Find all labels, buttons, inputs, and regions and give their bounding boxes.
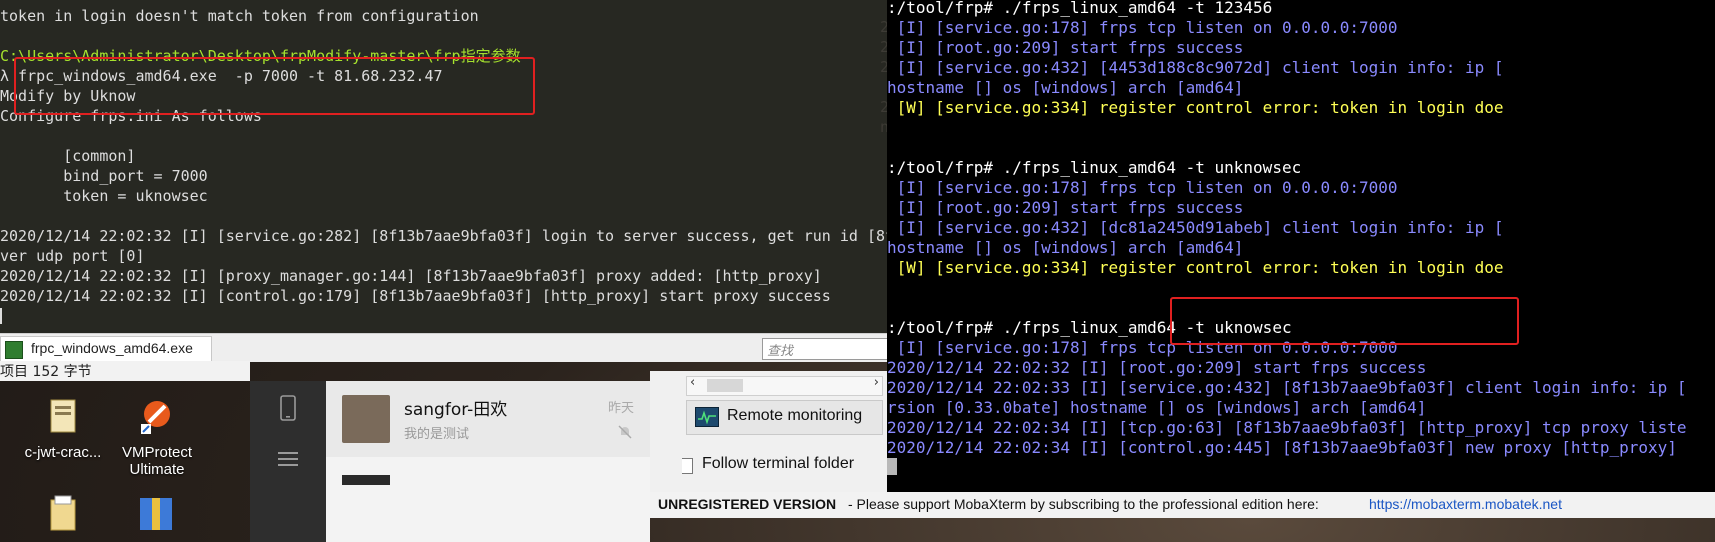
status-text: 项目 152 字节: [0, 364, 92, 380]
terminal-cursor: [0, 308, 2, 324]
terminal-line: 2020/12/14 22:02:33 [I] [service.go:432]…: [887, 378, 1687, 397]
chat-list-item[interactable]: sangfor-田欢 我的是测试 昨天: [326, 381, 650, 457]
terminal-line: hostname [] os [windows] arch [amd64]: [887, 238, 1244, 257]
terminal-line: bind_port = 7000: [0, 167, 208, 185]
chat-sidebar: [250, 381, 326, 542]
message-time: 昨天: [607, 401, 634, 416]
tab-label: frpc_windows_amd64.exe: [31, 340, 193, 356]
vmprotect-icon: [141, 401, 170, 434]
search-placeholder: 查找: [767, 344, 794, 359]
monitor-icon: [695, 407, 719, 427]
message-preview: 我的是测试: [404, 427, 470, 442]
terminal-line: 2020/12/14 22:02:32 [I] [proxy_manager.g…: [0, 267, 822, 285]
remote-monitoring-label: Remote monitoring: [727, 407, 863, 424]
terminal-warning-line: [W] [service.go:334] register control er…: [887, 98, 1504, 117]
terminal-line: [I] [service.go:178] frps tcp listen on …: [887, 178, 1398, 197]
unregistered-banner: UNREGISTERED VERSION - Please support Mo…: [650, 492, 1715, 518]
chat-window: sangfor-田欢 我的是测试 昨天: [250, 381, 650, 542]
follow-folder-checkbox[interactable]: [682, 458, 693, 474]
terminal-line: [I] [root.go:209] start frps success: [887, 38, 1244, 57]
terminal-command: :/tool/frp# ./frps_linux_amd64 -t unknow…: [887, 158, 1302, 177]
phone-icon[interactable]: [278, 395, 298, 421]
horizontal-scrollbar[interactable]: ‹ ›: [686, 375, 883, 396]
terminal-line: [I] [service.go:432] [dc81a2450d91abeb] …: [887, 218, 1504, 237]
terminal-warning-line: [W] [service.go:334] register control er…: [887, 258, 1504, 277]
unregistered-label: UNREGISTERED VERSION: [658, 496, 837, 512]
console-icon: [5, 341, 23, 359]
mute-bell-icon: [618, 425, 632, 439]
archive-icon[interactable]: [136, 494, 176, 534]
follow-terminal-folder-option[interactable]: Follow terminal folder: [682, 455, 887, 477]
desktop-icon-jwt-crack[interactable]: c-jwt-crac...: [18, 396, 108, 461]
terminal-line: 2020/12/14 22:02:32 [I] [control.go:179]…: [0, 287, 831, 305]
remote-monitoring-button[interactable]: Remote monitoring: [686, 400, 883, 435]
desktop-icon-label: c-jwt-crac...: [24, 444, 102, 461]
mobaxterm-terminal[interactable]: :/tool/frp# ./frps_linux_amd64 -t 123456…: [887, 0, 1715, 492]
terminal-line: [I] [root.go:209] start frps success: [887, 198, 1244, 217]
terminal-line: [I] [service.go:178] frps tcp listen on …: [887, 18, 1398, 37]
terminal-line: [I] [service.go:432] [4453d188c8c9072d] …: [887, 58, 1504, 77]
terminal-line: hostname [] os [windows] arch [amd64]: [887, 78, 1244, 97]
terminal-command: :/tool/frp# ./frps_linux_amd64 -t 123456: [887, 0, 1273, 17]
chevron-right-icon[interactable]: ›: [874, 375, 879, 390]
contact-name: sangfor-田欢: [404, 400, 508, 420]
menu-icon[interactable]: [277, 449, 299, 469]
mobaxterm-link[interactable]: https://mobaxterm.mobatek.net: [1369, 496, 1562, 512]
terminal-cursor: [887, 458, 897, 475]
highlight-box: [14, 57, 535, 115]
terminal-line: 2020/12/14 22:02:34 [I] [tcp.go:63] [8f1…: [887, 418, 1687, 437]
scrollbar-thumb[interactable]: [707, 379, 743, 392]
terminal-line: 2020/12/14 22:02:34 [I] [control.go:445]…: [887, 438, 1677, 457]
follow-folder-label: Follow terminal folder: [702, 455, 855, 472]
folder-icon[interactable]: [48, 494, 78, 534]
avatar: [342, 475, 390, 485]
desktop-icon-vmprotect[interactable]: VMProtect Ultimate: [112, 396, 202, 478]
terminal-line: ver udp port [0]: [0, 247, 145, 265]
unregistered-message: - Please support MobaXterm by subscribin…: [848, 496, 1319, 512]
terminal-line: rsion [0.33.0bate] hostname [] os [windo…: [887, 398, 1427, 417]
chevron-left-icon[interactable]: ‹: [690, 375, 695, 390]
avatar: [342, 395, 390, 443]
desktop-icon-label: VMProtect Ultimate: [121, 444, 193, 478]
file-icon: [50, 399, 76, 433]
highlight-box: [1170, 297, 1519, 345]
tab-frpc[interactable]: frpc_windows_amd64.exe: [0, 336, 212, 361]
chat-list-item[interactable]: [326, 465, 650, 542]
terminal-line: 2020/12/14 22:02:32 [I] [root.go:209] st…: [887, 358, 1427, 377]
terminal-line: token in login doesn't match token from …: [0, 7, 479, 25]
explorer-status-bar: 项目 152 字节: [0, 361, 250, 381]
mobaxterm-sidebar: ‹ › Remote monitoring Follow terminal fo…: [650, 371, 887, 492]
terminal-line: token = uknowsec: [0, 187, 208, 205]
terminal-line: [common]: [0, 147, 136, 165]
